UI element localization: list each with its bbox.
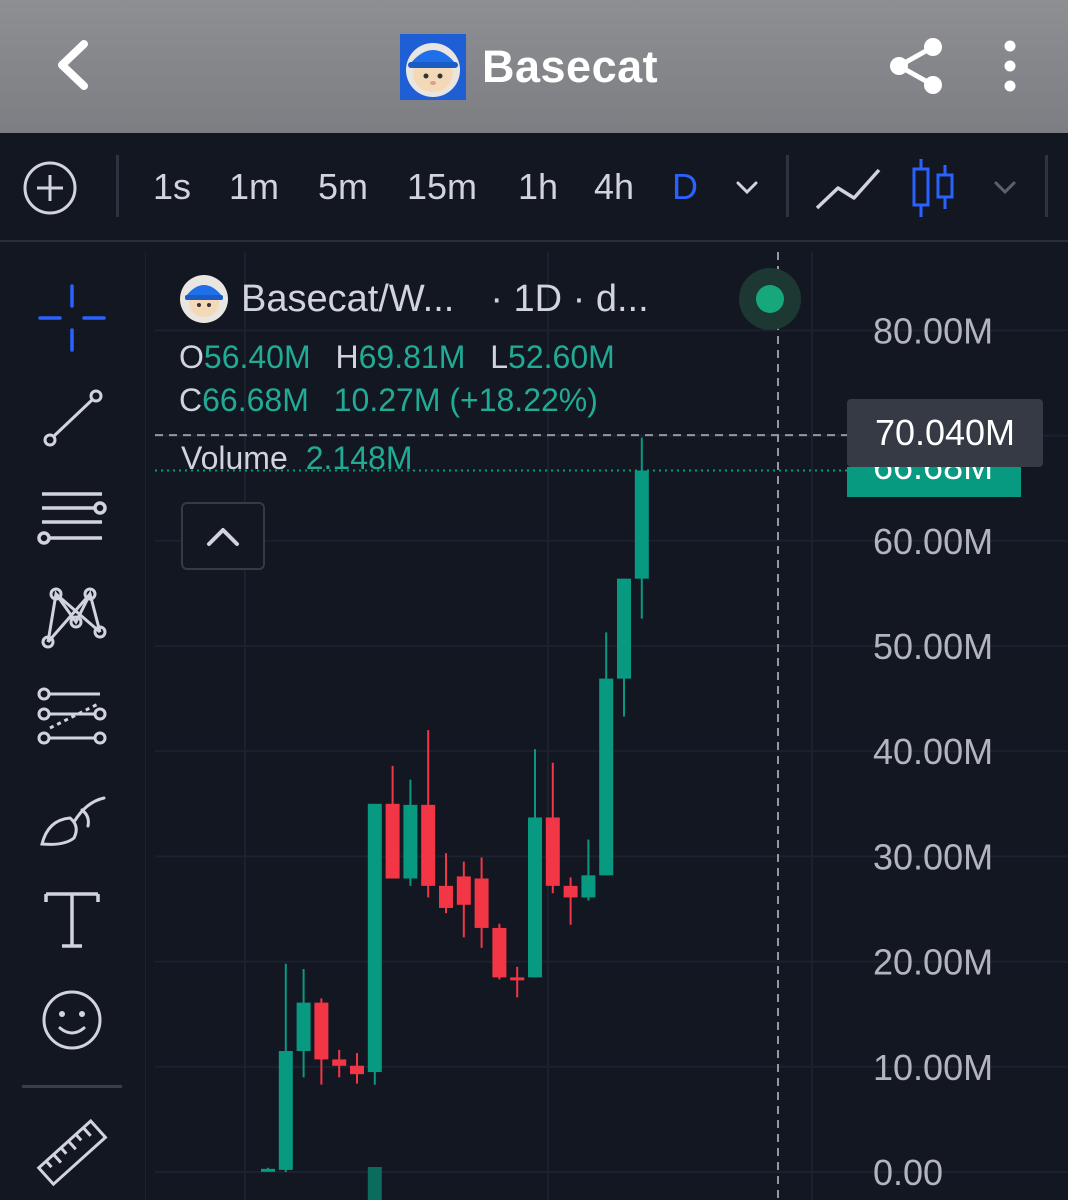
last-price-label: 66.68M bbox=[847, 467, 1021, 497]
candle-down bbox=[439, 885, 453, 908]
crosshair-icon[interactable] bbox=[30, 276, 114, 360]
legend-interval: · 1D · d... bbox=[490, 277, 649, 320]
low-value: 52.60M bbox=[508, 339, 615, 375]
low-label: L bbox=[490, 339, 509, 375]
price-tick-label: 20.00M bbox=[873, 942, 993, 983]
legend-symbol: Basecat/W... bbox=[241, 277, 455, 320]
price-tick-label: 10.00M bbox=[873, 1047, 993, 1088]
toolbar-divider bbox=[116, 155, 119, 217]
hard-hat-cat-avatar bbox=[400, 34, 466, 100]
open-value: 56.40M bbox=[203, 339, 311, 375]
price-tick-label: 50.00M bbox=[873, 626, 993, 667]
toolbar-divider bbox=[1045, 155, 1048, 217]
candle-down bbox=[332, 1059, 347, 1066]
status-dot bbox=[756, 285, 784, 313]
chart-panel[interactable]: 80.00M 60.00M 50.00M 40.00M 30.00M 20.00M 10.0… bbox=[155, 252, 1068, 1200]
brush-icon[interactable] bbox=[30, 780, 114, 864]
chevron-left-icon[interactable] bbox=[40, 30, 110, 100]
chart-legend: Basecat/W... · 1D · d... O56.40M H69.81M… bbox=[179, 275, 819, 422]
collapse-legend-button[interactable] bbox=[181, 502, 265, 570]
drawing-tools-sidebar bbox=[0, 252, 146, 1200]
app-header: Basecat bbox=[0, 0, 1068, 133]
last-price-text: 66.68M bbox=[873, 467, 993, 488]
legend-ohlc-row2: C66.68M 10.27M (+18.22%) bbox=[179, 379, 819, 422]
change-value: 10.27M (+18.22%) bbox=[333, 382, 598, 418]
chevron-up-icon bbox=[207, 528, 239, 546]
candle-down bbox=[510, 977, 525, 981]
timeframe-15m[interactable]: 15m bbox=[407, 163, 477, 211]
open-label: O bbox=[179, 339, 204, 375]
candle-up bbox=[367, 803, 382, 1073]
high-label: H bbox=[335, 339, 359, 375]
candle-up bbox=[261, 1168, 275, 1172]
volume-bars bbox=[367, 1167, 382, 1200]
hard-hat-cat-avatar bbox=[180, 275, 228, 323]
ruler-icon[interactable] bbox=[30, 1112, 114, 1196]
trend-line-icon[interactable] bbox=[30, 376, 114, 460]
volume-value: 2.148M bbox=[305, 440, 413, 476]
candle-up bbox=[599, 678, 614, 876]
chevron-down-icon[interactable] bbox=[730, 173, 764, 203]
price-tick-label: 80.00M bbox=[873, 310, 993, 351]
pattern-icon[interactable] bbox=[30, 578, 114, 662]
candle-up bbox=[634, 470, 649, 579]
candle-up bbox=[528, 817, 542, 978]
share-icon[interactable] bbox=[885, 34, 949, 98]
candle-down bbox=[314, 1002, 329, 1060]
candle-up bbox=[278, 1051, 293, 1170]
app-title: Basecat bbox=[482, 41, 659, 92]
candle-up bbox=[296, 1002, 311, 1052]
horizontal-lines-icon[interactable] bbox=[30, 478, 114, 562]
timeframe-1h[interactable]: 1h bbox=[518, 163, 558, 211]
timeframe-5m[interactable]: 5m bbox=[318, 163, 368, 211]
more-vertical-icon[interactable] bbox=[990, 34, 1030, 98]
candle-down bbox=[492, 927, 507, 978]
close-value: 66.68M bbox=[202, 382, 309, 418]
price-tick-label: 40.00M bbox=[873, 731, 993, 772]
candle-down bbox=[385, 803, 400, 879]
timeframe-1m[interactable]: 1m bbox=[229, 163, 279, 211]
volume-bar bbox=[367, 1167, 382, 1200]
crosshair-price-label: 70.040M bbox=[847, 399, 1043, 467]
line-chart-icon[interactable] bbox=[812, 158, 884, 218]
price-tick-label: 0.00 bbox=[873, 1152, 943, 1193]
price-tick-label: 30.00M bbox=[873, 836, 993, 877]
chart-toolbar: 1s 1m 5m 15m 1h 4h D bbox=[0, 133, 1068, 242]
projection-icon[interactable] bbox=[30, 678, 114, 762]
legend-volume: Volume 2.148M bbox=[181, 440, 412, 477]
candle-up bbox=[617, 578, 631, 679]
plus-circle-icon[interactable] bbox=[22, 160, 78, 216]
timeframe-d[interactable]: D bbox=[672, 163, 698, 211]
candle-down bbox=[350, 1065, 364, 1075]
candle-down bbox=[421, 804, 436, 886]
volume-label: Volume bbox=[181, 440, 288, 476]
chevron-down-icon[interactable] bbox=[988, 173, 1022, 203]
legend-ohlc-row1: O56.40M H69.81M L52.60M bbox=[179, 336, 819, 379]
price-tick-label: 60.00M bbox=[873, 521, 993, 562]
candlestick-icon[interactable] bbox=[908, 157, 958, 219]
candle-down bbox=[474, 878, 489, 928]
candle-down bbox=[456, 876, 471, 905]
candle-up bbox=[403, 804, 418, 879]
candle-up bbox=[581, 875, 596, 898]
candle-down bbox=[563, 885, 578, 898]
close-label: C bbox=[179, 382, 203, 418]
emoji-icon[interactable] bbox=[30, 978, 114, 1062]
candle-down bbox=[545, 817, 560, 886]
text-icon[interactable] bbox=[30, 878, 114, 962]
timeframe-4h[interactable]: 4h bbox=[594, 163, 634, 211]
tools-divider bbox=[22, 1085, 122, 1088]
candles bbox=[261, 437, 649, 1172]
timeframe-1s[interactable]: 1s bbox=[153, 163, 191, 211]
high-value: 69.81M bbox=[358, 339, 466, 375]
market-status-indicator[interactable] bbox=[739, 268, 801, 330]
toolbar-divider bbox=[786, 155, 789, 217]
app-title-group: Basecat bbox=[400, 32, 658, 102]
